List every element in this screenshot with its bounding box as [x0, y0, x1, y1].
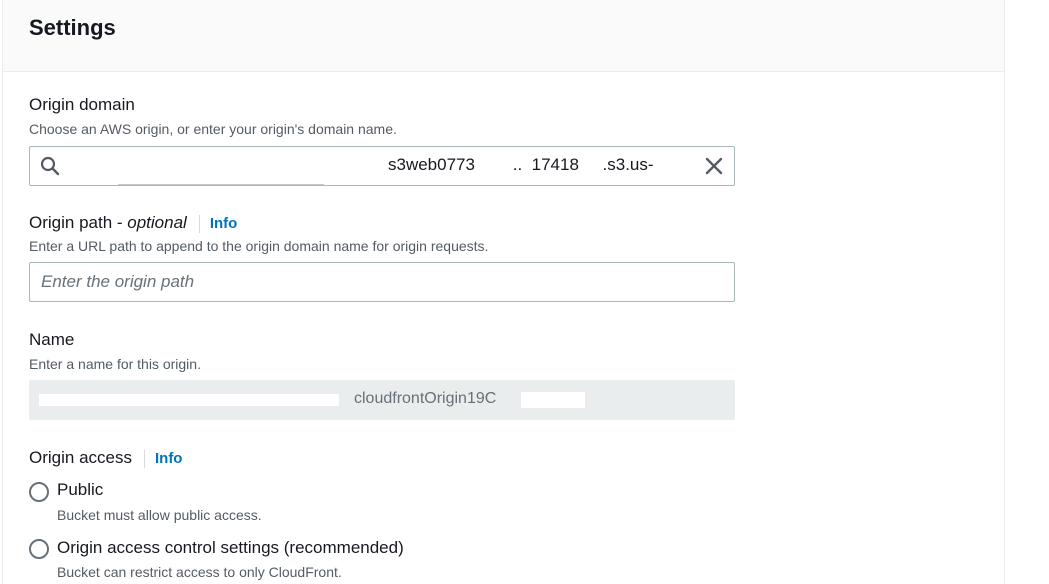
radio-label-public[interactable]: Public [57, 480, 103, 500]
origin-path-description: Enter a URL path to append to the origin… [29, 238, 489, 254]
settings-panel: Settings Origin domain Choose an AWS ori… [2, 0, 1005, 584]
close-icon[interactable] [704, 156, 724, 176]
origin-path-info-link[interactable]: Info [210, 215, 238, 232]
radio-public[interactable] [29, 482, 49, 502]
radio-label-origin-access-control[interactable]: Origin access control settings (recommen… [57, 538, 404, 558]
origin-access-label: Origin access Info [29, 448, 182, 468]
origin-domain-description: Choose an AWS origin, or enter your orig… [29, 121, 397, 137]
origin-access-label-text: Origin access [29, 448, 132, 467]
search-icon [40, 156, 60, 176]
name-description: Enter a name for this origin. [29, 356, 201, 372]
radio-description-origin-access-control: Bucket can restrict access to only Cloud… [57, 564, 342, 580]
origin-domain-label: Origin domain [29, 95, 135, 114]
divider [198, 214, 200, 233]
name-value: cloudfrontOrigin19C [354, 390, 497, 407]
redaction-mark [118, 184, 324, 185]
redaction-mark [521, 392, 585, 408]
redaction-mark [39, 394, 339, 406]
optional-tag: optional [127, 213, 187, 232]
panel-header: Settings [3, 0, 1004, 72]
panel-title: Settings [29, 15, 116, 40]
origin-path-input[interactable] [30, 263, 734, 301]
name-readonly-field: cloudfrontOrigin19C [29, 380, 735, 420]
page-gutter [1015, 0, 1049, 584]
origin-domain-value: s3web0773 .. 17418 .s3.us- [388, 155, 654, 174]
radio-description-public: Bucket must allow public access. [57, 507, 262, 523]
origin-path-label-text: Origin path - [29, 213, 128, 232]
divider [143, 449, 145, 468]
name-label: Name [29, 330, 75, 349]
origin-path-field[interactable] [29, 262, 735, 302]
origin-path-label: Origin path - optional Info [29, 213, 237, 233]
radio-origin-access-control[interactable] [29, 539, 49, 559]
origin-domain-input[interactable]: s3web0773 .. 17418 .s3.us- [29, 146, 735, 186]
origin-access-info-link[interactable]: Info [155, 450, 183, 467]
